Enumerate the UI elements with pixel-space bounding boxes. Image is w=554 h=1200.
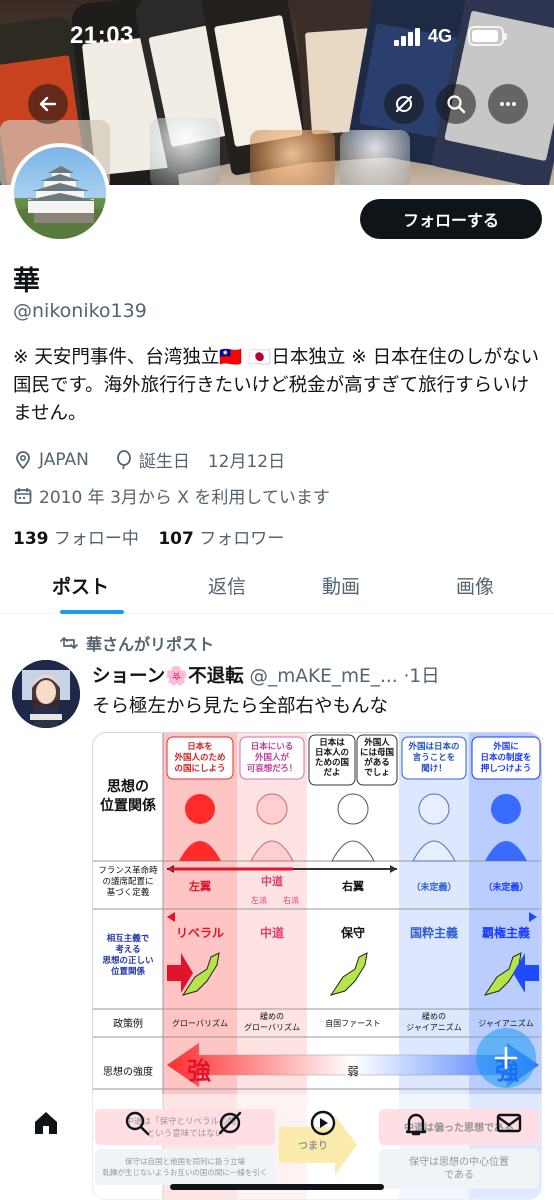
profile-display-name: 華 — [13, 266, 40, 297]
row-label-mutual: 相互主義で考える思想の正しい位置関係 — [102, 933, 153, 977]
notifications-icon[interactable] — [401, 1108, 431, 1138]
following-label: フォロー中 — [53, 529, 139, 549]
tab-videos[interactable]: 動画 — [322, 572, 360, 599]
speech-bubble-4: 外国人には母国があるでしょ — [360, 737, 394, 778]
grok-button[interactable] — [384, 84, 424, 124]
following-count: 139 — [13, 529, 49, 549]
castle-image — [14, 166, 106, 239]
grok-nav-icon[interactable] — [215, 1108, 245, 1138]
french-label-2: 中道 — [261, 874, 283, 888]
french-label-5: （未定義） — [483, 881, 528, 893]
signal-icon — [394, 28, 422, 46]
tab-posts[interactable]: ポスト — [52, 572, 109, 599]
home-icon[interactable] — [31, 1108, 61, 1138]
policy-label-5: ジャイアニズム — [478, 1018, 533, 1028]
profile-tabs: ポスト 返信 動画 画像 — [0, 560, 554, 614]
profile-joined: 2010 年 3月から X を利用しています — [39, 488, 330, 508]
search-nav-icon[interactable] — [122, 1108, 152, 1138]
plus-icon — [494, 1046, 518, 1070]
followers-label: フォロワー — [199, 529, 285, 549]
battery-icon — [468, 26, 507, 46]
network-type: 4G — [428, 26, 453, 46]
calendar-icon — [14, 487, 32, 504]
french-sub-right: 右派 — [283, 895, 299, 905]
repost-icon — [60, 637, 78, 649]
repost-indicator: 華さんがリポスト — [60, 631, 214, 655]
row-label-policy: 政策例 — [113, 1017, 143, 1030]
mutual-label-5: 覇権主義 — [482, 925, 530, 940]
row-label-position: 思想の位置関係 — [100, 778, 156, 814]
followers-count: 107 — [158, 529, 194, 549]
banner-glass — [150, 118, 220, 185]
spaces-icon[interactable] — [308, 1108, 338, 1138]
post-text: そら極左から見たら全部右やもんな — [92, 696, 389, 717]
profile-birthday: 12月12日 — [207, 452, 286, 472]
followers-link[interactable]: 107 フォロワー — [158, 529, 284, 549]
tab-replies[interactable]: 返信 — [208, 572, 246, 599]
search-icon — [447, 95, 466, 114]
compose-button[interactable] — [476, 1028, 536, 1088]
messages-icon[interactable] — [494, 1108, 524, 1138]
profile-handle: @nikoniko139 — [13, 300, 147, 322]
post-author-name[interactable]: ショーン🌸不退転 — [92, 666, 244, 687]
profile-location: JAPAN — [39, 449, 89, 470]
more-button[interactable] — [488, 84, 528, 124]
french-label-1: 左翼 — [188, 879, 211, 893]
search-button[interactable] — [436, 84, 476, 124]
french-label-4: （未定義） — [411, 881, 456, 893]
status-bar: 21:03 4G — [0, 0, 554, 60]
strength-weak: 弱 — [348, 1065, 359, 1078]
mutual-label-3: 保守 — [340, 925, 365, 940]
post-author-avatar[interactable] — [12, 660, 80, 728]
status-time: 21:03 — [70, 22, 134, 49]
back-button[interactable] — [28, 84, 68, 124]
follow-button[interactable]: フォローする — [360, 199, 542, 239]
arrow-left-icon — [39, 96, 57, 112]
profile-birthday-label: 誕生日 — [138, 452, 190, 472]
strength-strong-left: 強 — [187, 1057, 211, 1085]
location-icon — [16, 450, 30, 469]
row-label-french: フランス革命時の議席配置に基づく定義 — [98, 865, 158, 898]
following-link[interactable]: 139 フォロー中 — [13, 529, 139, 549]
repost-label: 華さんがリポスト — [86, 635, 215, 654]
anime-avatar-image — [12, 660, 80, 728]
active-tab-indicator — [60, 610, 124, 614]
banner-glass — [340, 130, 410, 185]
french-label-3: 右翼 — [341, 879, 364, 893]
policy-label-1: グローバリズム — [172, 1018, 228, 1028]
row-label-strength: 思想の強度 — [103, 1065, 153, 1078]
post-author-handle[interactable]: @_mAKE_mE_... — [250, 666, 398, 687]
tab-images[interactable]: 画像 — [456, 572, 494, 599]
more-icon — [500, 102, 516, 106]
french-sub-left: 左派 — [251, 895, 267, 905]
mutual-label-2: 中道 — [260, 925, 284, 940]
mutual-label-4: 国粋主義 — [410, 925, 458, 940]
mutual-label-1: リベラル — [176, 926, 224, 940]
profile-bio: ※ 天安門事件、台湾独立🇹🇼 🇯🇵日本独立 ※ 日本在住のしがない国民です。海外… — [13, 347, 540, 424]
policy-label-3: 自国ファースト — [325, 1018, 381, 1028]
banner-glass — [250, 130, 335, 185]
post-header: ショーン🌸不退転 @_mAKE_mE_... ·1日 — [92, 662, 550, 688]
balloon-icon — [116, 449, 131, 469]
profile-joined-row: 2010 年 3月から X を利用しています — [13, 483, 330, 508]
follow-counts: 139 フォロー中 107 フォロワー — [13, 524, 284, 549]
profile-avatar[interactable] — [10, 143, 110, 243]
grok-icon — [395, 95, 413, 113]
profile-meta-row: JAPAN 誕生日 12月12日 — [13, 447, 285, 472]
home-indicator — [170, 1184, 384, 1190]
post-time: ·1日 — [403, 666, 440, 687]
